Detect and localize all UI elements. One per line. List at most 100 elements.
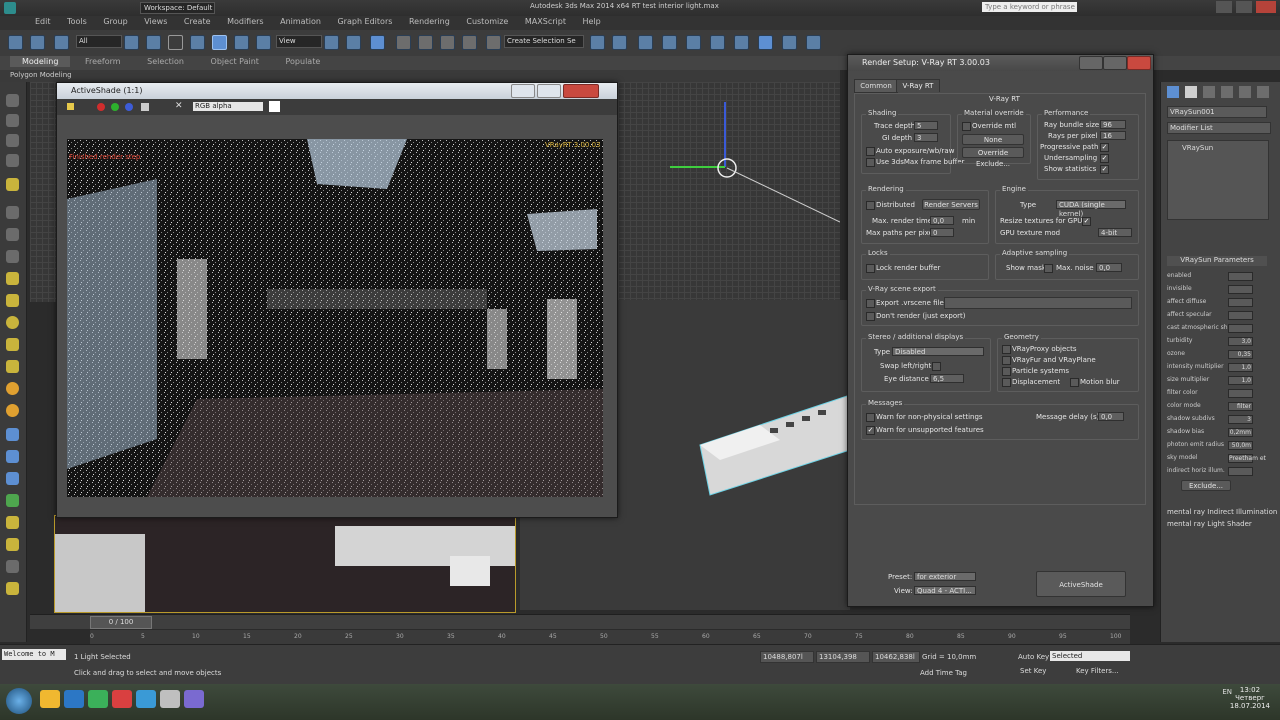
preset-dropdown[interactable]: for exterior <box>914 572 976 581</box>
vraysun-param-value[interactable]: Preetham et <box>1228 454 1266 463</box>
render-setup-maximize-button[interactable] <box>1103 56 1127 70</box>
export-vrscene-checkbox[interactable] <box>866 299 875 308</box>
vraysun-rollout-title[interactable]: VRaySun Parameters <box>1167 256 1267 266</box>
render-setup-minimize-button[interactable] <box>1079 56 1103 70</box>
tool-w-icon[interactable] <box>6 582 19 595</box>
viewport-camera[interactable] <box>54 515 516 613</box>
menu-create[interactable]: Create <box>177 16 218 27</box>
utilities-tab-icon[interactable] <box>1257 86 1269 98</box>
vraysun-param-value[interactable]: 3 <box>1228 415 1253 424</box>
warn-nonphysical-checkbox[interactable] <box>866 413 875 422</box>
ribbon-polygon-modeling[interactable]: Polygon Modeling <box>10 71 72 79</box>
key-mode-dropdown[interactable]: Selected <box>1050 651 1130 661</box>
rays-per-pixel-spinner[interactable]: 16 <box>1100 131 1126 140</box>
tool-f-icon[interactable] <box>6 206 19 219</box>
lock-icon[interactable] <box>67 103 74 110</box>
use-max-fb-checkbox[interactable] <box>866 158 875 167</box>
scale-icon[interactable] <box>256 35 271 50</box>
reference-coordinate-dropdown[interactable]: View <box>276 35 322 48</box>
activeshade-button[interactable]: ActiveShade <box>1036 571 1126 597</box>
tab-common[interactable]: Common <box>854 79 898 93</box>
engine-type-dropdown[interactable]: CUDA (single kernel) <box>1056 200 1126 218</box>
swap-checkbox[interactable] <box>932 362 941 371</box>
ribbon-tab-object-paint[interactable]: Object Paint <box>199 56 271 67</box>
activeshade-close-button[interactable] <box>563 84 599 98</box>
named-selection-dropdown[interactable]: Create Selection Se <box>504 35 584 48</box>
render-setup-close-button[interactable] <box>1127 56 1151 70</box>
menu-animation[interactable]: Animation <box>273 16 328 27</box>
menu-graph-editors[interactable]: Graph Editors <box>330 16 399 27</box>
ribbon-tab-populate[interactable]: Populate <box>274 56 333 67</box>
layer-manager-icon[interactable] <box>662 35 677 50</box>
exclude-button[interactable]: Exclude... <box>1181 480 1231 491</box>
override-mtl-checkbox[interactable] <box>962 122 971 131</box>
clock[interactable]: 13:02 Четверг 18.07.2014 <box>1230 686 1270 710</box>
edit-named-selection-icon[interactable] <box>486 35 501 50</box>
move-icon[interactable] <box>212 35 227 50</box>
selection-filter-dropdown[interactable]: All <box>76 35 122 48</box>
tool-g-icon[interactable] <box>6 228 19 241</box>
trace-depth-spinner[interactable]: 5 <box>914 121 938 130</box>
auto-key-button[interactable]: Auto Key <box>1018 653 1049 661</box>
lock-render-buffer-checkbox[interactable] <box>866 264 875 273</box>
modify-tab-icon[interactable] <box>1185 86 1197 98</box>
tool-t-icon[interactable] <box>6 516 19 529</box>
minimize-button[interactable] <box>1216 1 1232 13</box>
create-tab-icon[interactable] <box>1167 86 1179 98</box>
tool-q-icon[interactable] <box>6 450 19 463</box>
ray-bundle-spinner[interactable]: 96 <box>1100 120 1126 129</box>
progressive-path-checkbox[interactable]: ✓ <box>1100 143 1109 152</box>
window-crossing-icon[interactable] <box>190 35 205 50</box>
redo-icon[interactable] <box>30 35 45 50</box>
tool-a-icon[interactable] <box>6 94 19 107</box>
show-statistics-checkbox[interactable]: ✓ <box>1100 165 1109 174</box>
select-by-name-icon[interactable] <box>146 35 161 50</box>
menu-rendering[interactable]: Rendering <box>402 16 457 27</box>
activeshade-render[interactable]: Finished render step VRayRT 3.00.03 <box>67 139 603 497</box>
override-none-button[interactable]: None <box>962 134 1024 145</box>
menu-group[interactable]: Group <box>96 16 134 27</box>
modifier-list-dropdown[interactable]: Modifier List <box>1167 122 1271 134</box>
menu-tools[interactable]: Tools <box>60 16 94 27</box>
ribbon-tab-modeling[interactable]: Modeling <box>10 56 71 67</box>
rect-selection-icon[interactable] <box>168 35 183 50</box>
green-channel-icon[interactable] <box>111 103 119 111</box>
tool-r-icon[interactable] <box>6 472 19 485</box>
tool-n-icon[interactable] <box>6 382 19 395</box>
angle-snap-icon[interactable] <box>418 35 433 50</box>
set-key-button[interactable]: Set Key <box>1020 667 1046 675</box>
stack-item[interactable]: VRaySun <box>1182 144 1213 152</box>
tool-u-icon[interactable] <box>6 538 19 551</box>
vraysun-param-value[interactable]: filter <box>1228 402 1253 411</box>
blue-channel-icon[interactable] <box>125 103 133 111</box>
search-input[interactable]: Type a keyword or phrase <box>982 2 1077 12</box>
vraysun-param-value[interactable] <box>1228 324 1253 333</box>
x-coordinate[interactable]: 10488,807l <box>760 651 814 663</box>
stereo-type-dropdown[interactable]: Disabled <box>892 347 984 356</box>
ribbon-tab-selection[interactable]: Selection <box>135 56 196 67</box>
hierarchy-tab-icon[interactable] <box>1203 86 1215 98</box>
tool-s-icon[interactable] <box>6 494 19 507</box>
warn-unsupported-checkbox[interactable]: ✓ <box>866 426 875 435</box>
color-swatch[interactable] <box>269 101 280 112</box>
percent-snap-icon[interactable] <box>440 35 455 50</box>
motion-blur-checkbox[interactable] <box>1070 378 1079 387</box>
render-setup-icon[interactable] <box>758 35 773 50</box>
message-delay-spinner[interactable]: 0,0 <box>1098 412 1124 421</box>
taskbar-ie-icon[interactable] <box>64 690 84 708</box>
mr-indirect-illumination-rollout[interactable]: mental ray Indirect Illumination <box>1167 508 1277 516</box>
vraysun-param-value[interactable] <box>1228 272 1253 281</box>
gi-depth-spinner[interactable]: 3 <box>914 133 938 142</box>
override-exclude-button[interactable]: Override Exclude... <box>962 147 1024 168</box>
ribbon-tab-freeform[interactable]: Freeform <box>73 56 133 67</box>
max-render-time-spinner[interactable]: 0,0 <box>930 216 954 225</box>
tool-l-icon[interactable] <box>6 338 19 351</box>
eye-distance-spinner[interactable]: 6,5 <box>930 374 964 383</box>
taskbar-opera-icon[interactable] <box>112 690 132 708</box>
vraysun-param-value[interactable] <box>1228 285 1253 294</box>
tool-v-icon[interactable] <box>6 560 19 573</box>
menu-help[interactable]: Help <box>576 16 608 27</box>
menu-edit[interactable]: Edit <box>28 16 58 27</box>
vraysun-param-value[interactable]: 1,0 <box>1228 363 1253 372</box>
vrscene-path-input[interactable] <box>944 297 1132 309</box>
